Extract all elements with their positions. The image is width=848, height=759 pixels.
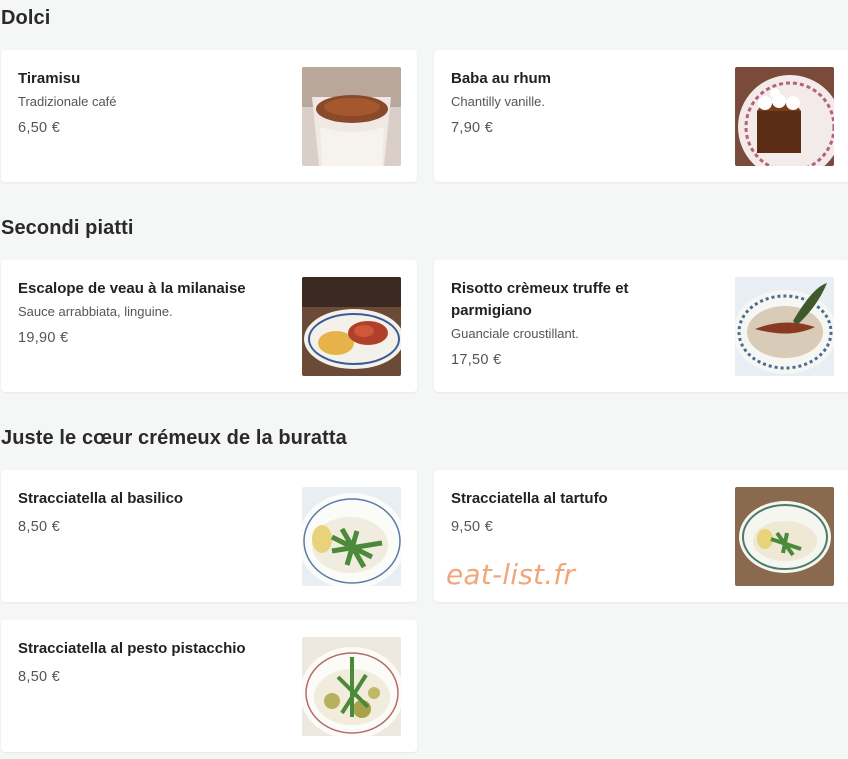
menu-item-description: Guanciale croustillant.	[451, 326, 579, 341]
item-name-text: Stracciatella al pesto pistacchio	[18, 640, 246, 657]
menu-item-card[interactable]: Baba au rhum Chantilly vanille. 7,90 €	[434, 50, 848, 182]
risotto-photo	[735, 277, 834, 376]
menu-item-card[interactable]: Stracciatella al basilico 8,50 €	[1, 470, 417, 602]
menu-item-description: Sauce arrabbiata, linguine.	[18, 304, 173, 319]
menu-item-name: Stracciatella al tartufo 9,50 €	[451, 488, 711, 538]
stracciatella-basilico-photo	[302, 487, 401, 586]
menu-item-price: 8,50 €	[18, 519, 61, 535]
item-name-text: Stracciatella al basilico	[18, 490, 184, 507]
menu-item-price: 17,50 €	[451, 352, 502, 368]
menu-item-card[interactable]: Tiramisu Tradizionale café 6,50 €	[1, 50, 417, 182]
menu-item-price: 19,90 €	[18, 330, 69, 346]
menu-item-card[interactable]: Stracciatella al pesto pistacchio 8,50 €	[1, 620, 417, 752]
escalope-photo	[302, 277, 401, 376]
item-name-text: Stracciatella al tartufo	[451, 490, 608, 507]
menu-item-description: Tradizionale café	[18, 94, 117, 109]
menu-item-price: 8,50 €	[18, 669, 61, 685]
section-title-secondi-piatti: Secondi piatti	[1, 217, 134, 239]
section-title-dolci: Dolci	[1, 7, 51, 29]
baba-au-rhum-photo	[735, 67, 834, 166]
menu-item-description: Chantilly vanille.	[451, 94, 545, 109]
menu-item-name: Baba au rhum Chantilly vanille. 7,90 €	[451, 68, 711, 139]
menu-item-price: 7,90 €	[451, 120, 494, 136]
menu-item-price: 9,50 €	[451, 519, 494, 535]
item-name-text: Risotto crèmeux truffe et parmigiano	[451, 280, 629, 319]
menu-item-name: Escalope de veau à la milanaise Sauce ar…	[18, 278, 278, 349]
section-title-buratta: Juste le cœur crémeux de la buratta	[1, 427, 347, 449]
item-name-text: Tiramisu	[18, 70, 81, 87]
item-name-text: Escalope de veau à la milanaise	[18, 280, 246, 297]
menu-item-card[interactable]: Risotto crèmeux truffe et parmigiano Gua…	[434, 260, 848, 392]
stracciatella-tartufo-photo	[735, 487, 834, 586]
menu-item-price: 6,50 €	[18, 120, 61, 136]
watermark-text: eat-list.fr	[446, 558, 576, 591]
menu-item-name: Stracciatella al pesto pistacchio 8,50 €	[18, 638, 278, 688]
menu-item-card[interactable]: Escalope de veau à la milanaise Sauce ar…	[1, 260, 417, 392]
menu-item-name: Stracciatella al basilico 8,50 €	[18, 488, 278, 538]
stracciatella-pistacchio-photo	[302, 637, 401, 736]
tiramisu-photo	[302, 67, 401, 166]
item-name-text: Baba au rhum	[451, 70, 552, 87]
menu-item-name: Risotto crèmeux truffe et parmigiano Gua…	[451, 278, 711, 371]
menu-item-name: Tiramisu Tradizionale café 6,50 €	[18, 68, 278, 139]
